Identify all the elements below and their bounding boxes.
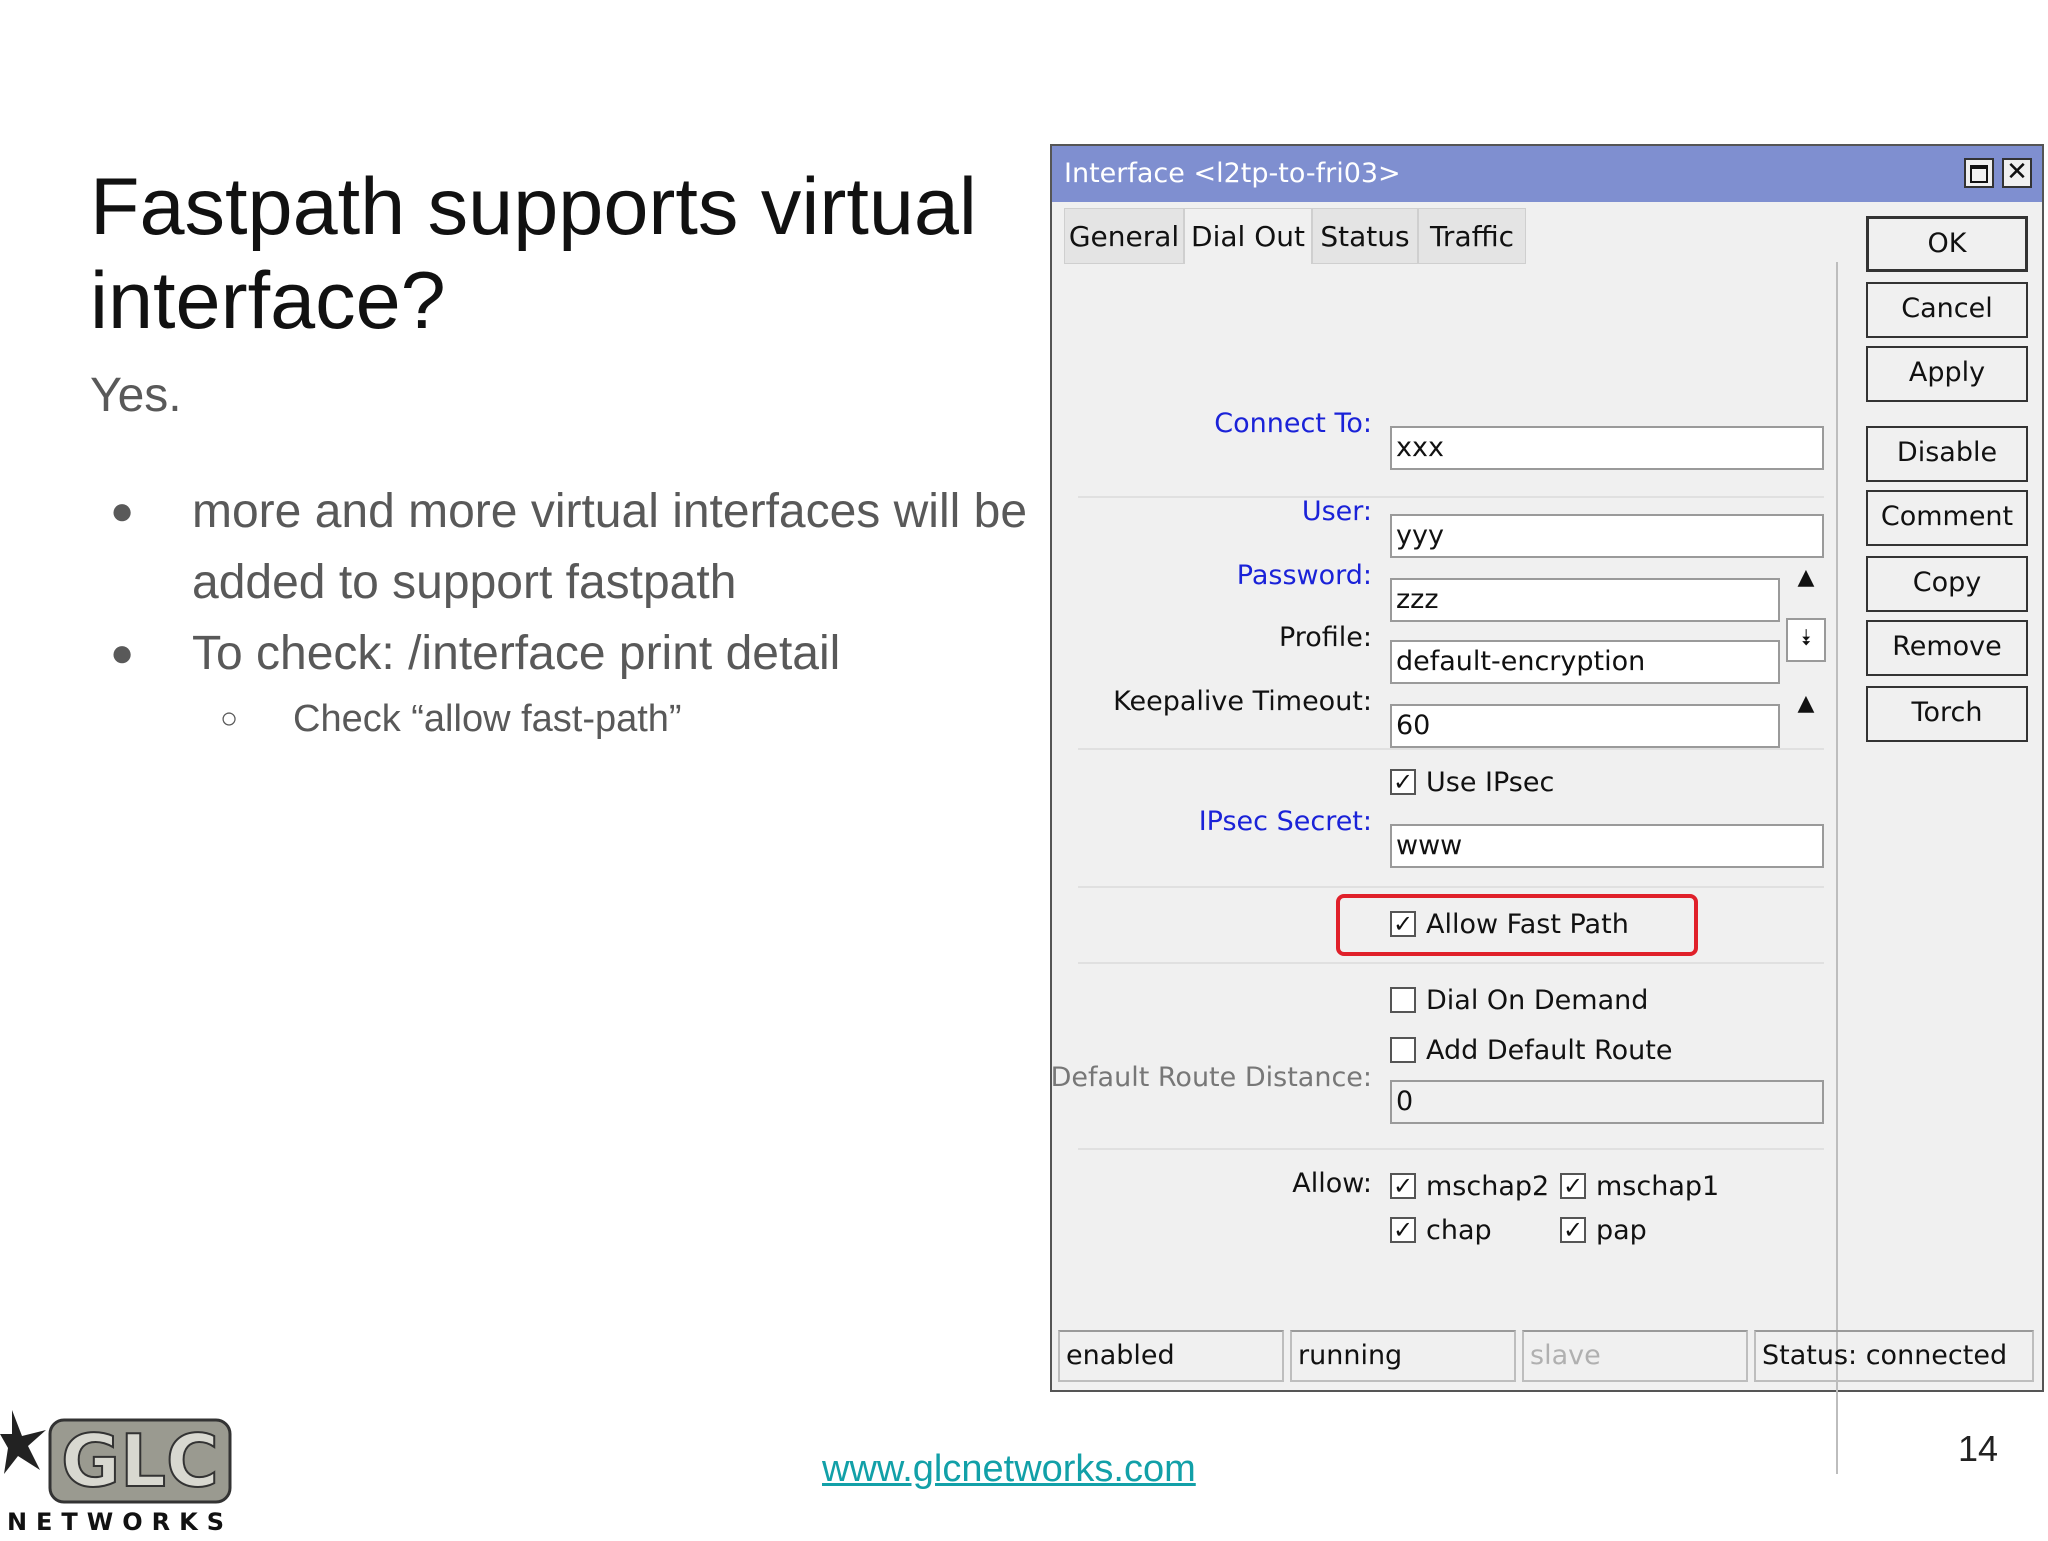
status-bar: enabled running slave Status: connected bbox=[1058, 1330, 2036, 1382]
bullet-circle-icon: ○ bbox=[220, 702, 239, 735]
status-enabled: enabled bbox=[1058, 1330, 1284, 1382]
interface-window: Interface <l2tp-to-fri03> ✕ General Dial… bbox=[1050, 144, 2044, 1474]
bullet-dot-icon: ● bbox=[110, 489, 135, 533]
profile-label: Profile: bbox=[1278, 622, 1372, 653]
check-icon: ✓ bbox=[1390, 1172, 1416, 1199]
dial-out-panel: Connect To: xxx User: yyy Password: zzz … bbox=[1051, 262, 1838, 1474]
profile-select[interactable]: default-encryption bbox=[1390, 640, 1780, 684]
glc-networks-logo: GLC NETWORKS bbox=[0, 1400, 240, 1536]
password-field[interactable]: zzz bbox=[1390, 578, 1780, 622]
bullet-text: To check: /interface print detail bbox=[192, 627, 841, 680]
divider bbox=[1078, 962, 1824, 964]
allow-mschap2-checkbox[interactable]: ✓ mschap2 bbox=[1390, 1170, 1549, 1204]
bullet-item: ● To check: /interface print detail bbox=[110, 618, 1030, 689]
bullet-list: ● more and more virtual interfaces will … bbox=[110, 476, 1030, 747]
remove-button[interactable]: Remove bbox=[1866, 620, 2028, 676]
tab-general[interactable]: General bbox=[1064, 208, 1184, 264]
allow-fast-path-label: Allow Fast Path bbox=[1426, 909, 1629, 940]
bullet-dot-icon: ● bbox=[110, 631, 135, 675]
allow-pap-checkbox[interactable]: ✓ pap bbox=[1560, 1214, 1647, 1248]
check-icon: ✓ bbox=[1390, 768, 1416, 795]
check-icon: ✓ bbox=[1560, 1172, 1586, 1199]
allow-option-label: chap bbox=[1426, 1215, 1492, 1246]
comment-button[interactable]: Comment bbox=[1866, 490, 2028, 546]
user-field[interactable]: yyy bbox=[1390, 514, 1824, 558]
ipsec-secret-label: IPsec Secret: bbox=[1198, 806, 1372, 837]
check-icon: ✓ bbox=[1390, 910, 1416, 937]
default-route-distance-label: Default Route Distance: bbox=[1050, 1062, 1372, 1093]
profile-dropdown-icon[interactable]: ⯯ bbox=[1786, 618, 1826, 662]
dial-on-demand-checkbox[interactable]: Dial On Demand bbox=[1390, 984, 1648, 1018]
sub-bullet-item: ○ Check “allow fast-path” bbox=[110, 691, 1030, 747]
slide-title: Fastpath supports virtual interface? bbox=[90, 162, 977, 346]
ok-button[interactable]: OK bbox=[1866, 216, 2028, 272]
sub-bullet-text: Check “allow fast-path” bbox=[293, 698, 682, 740]
copy-button[interactable]: Copy bbox=[1866, 556, 2028, 612]
divider bbox=[1078, 496, 1824, 498]
status-slave: slave bbox=[1522, 1330, 1748, 1382]
add-default-route-label: Add Default Route bbox=[1426, 1035, 1673, 1066]
apply-button[interactable]: Apply bbox=[1866, 346, 2028, 402]
user-label: User: bbox=[1301, 496, 1372, 527]
cancel-button[interactable]: Cancel bbox=[1866, 282, 2028, 338]
maximize-button[interactable] bbox=[1964, 158, 1994, 188]
tab-dial-out[interactable]: Dial Out bbox=[1184, 208, 1312, 264]
allow-fast-path-checkbox[interactable]: ✓ Allow Fast Path bbox=[1390, 908, 1629, 942]
status-running: running bbox=[1290, 1330, 1516, 1382]
default-route-distance-field[interactable]: 0 bbox=[1390, 1080, 1824, 1124]
password-collapse-icon[interactable]: ▲ bbox=[1786, 556, 1826, 600]
page-number: 14 bbox=[1958, 1428, 1999, 1469]
slide-subtitle: Yes. bbox=[90, 369, 182, 422]
keepalive-label: Keepalive Timeout: bbox=[1113, 686, 1372, 717]
allow-option-label: mschap2 bbox=[1426, 1171, 1550, 1202]
bullet-text: more and more virtual interfaces will be… bbox=[192, 485, 1028, 609]
check-icon: ✓ bbox=[1390, 1216, 1416, 1243]
use-ipsec-checkbox[interactable]: ✓ Use IPsec bbox=[1390, 766, 1554, 800]
tab-traffic[interactable]: Traffic bbox=[1418, 208, 1526, 264]
close-icon: ✕ bbox=[2006, 157, 2028, 187]
torch-button[interactable]: Torch bbox=[1866, 686, 2028, 742]
bullet-item: ● more and more virtual interfaces will … bbox=[110, 476, 1030, 618]
check-icon: ✓ bbox=[1560, 1216, 1586, 1243]
keepalive-collapse-icon[interactable]: ▲ bbox=[1786, 682, 1826, 726]
allow-option-label: pap bbox=[1596, 1215, 1647, 1246]
dial-on-demand-label: Dial On Demand bbox=[1426, 985, 1649, 1016]
password-label: Password: bbox=[1236, 560, 1372, 591]
disable-button[interactable]: Disable bbox=[1866, 426, 2028, 482]
window-title: Interface <l2tp-to-fri03> bbox=[1064, 158, 1401, 189]
add-default-route-checkbox[interactable]: Add Default Route bbox=[1390, 1034, 1672, 1068]
allow-option-label: mschap1 bbox=[1596, 1171, 1720, 1202]
status-connected: Status: connected bbox=[1754, 1330, 2034, 1382]
logo-text: GLC bbox=[61, 1419, 219, 1503]
connect-to-label: Connect To: bbox=[1214, 408, 1372, 439]
close-button[interactable]: ✕ bbox=[2002, 158, 2032, 188]
allow-chap-checkbox[interactable]: ✓ chap bbox=[1390, 1214, 1492, 1248]
maximize-icon bbox=[1970, 165, 1988, 183]
allow-mschap1-checkbox[interactable]: ✓ mschap1 bbox=[1560, 1170, 1719, 1204]
keepalive-field[interactable]: 60 bbox=[1390, 704, 1780, 748]
logo-subtext: NETWORKS bbox=[7, 1508, 233, 1536]
allow-label: Allow: bbox=[1292, 1168, 1372, 1199]
divider bbox=[1078, 1148, 1824, 1150]
connect-to-field[interactable]: xxx bbox=[1390, 426, 1824, 470]
tab-status[interactable]: Status bbox=[1312, 208, 1418, 264]
use-ipsec-label: Use IPsec bbox=[1426, 767, 1555, 798]
window-titlebar[interactable]: Interface <l2tp-to-fri03> ✕ bbox=[1052, 146, 2042, 202]
ipsec-secret-field[interactable]: www bbox=[1390, 824, 1824, 868]
divider bbox=[1078, 748, 1824, 750]
divider bbox=[1078, 886, 1824, 888]
